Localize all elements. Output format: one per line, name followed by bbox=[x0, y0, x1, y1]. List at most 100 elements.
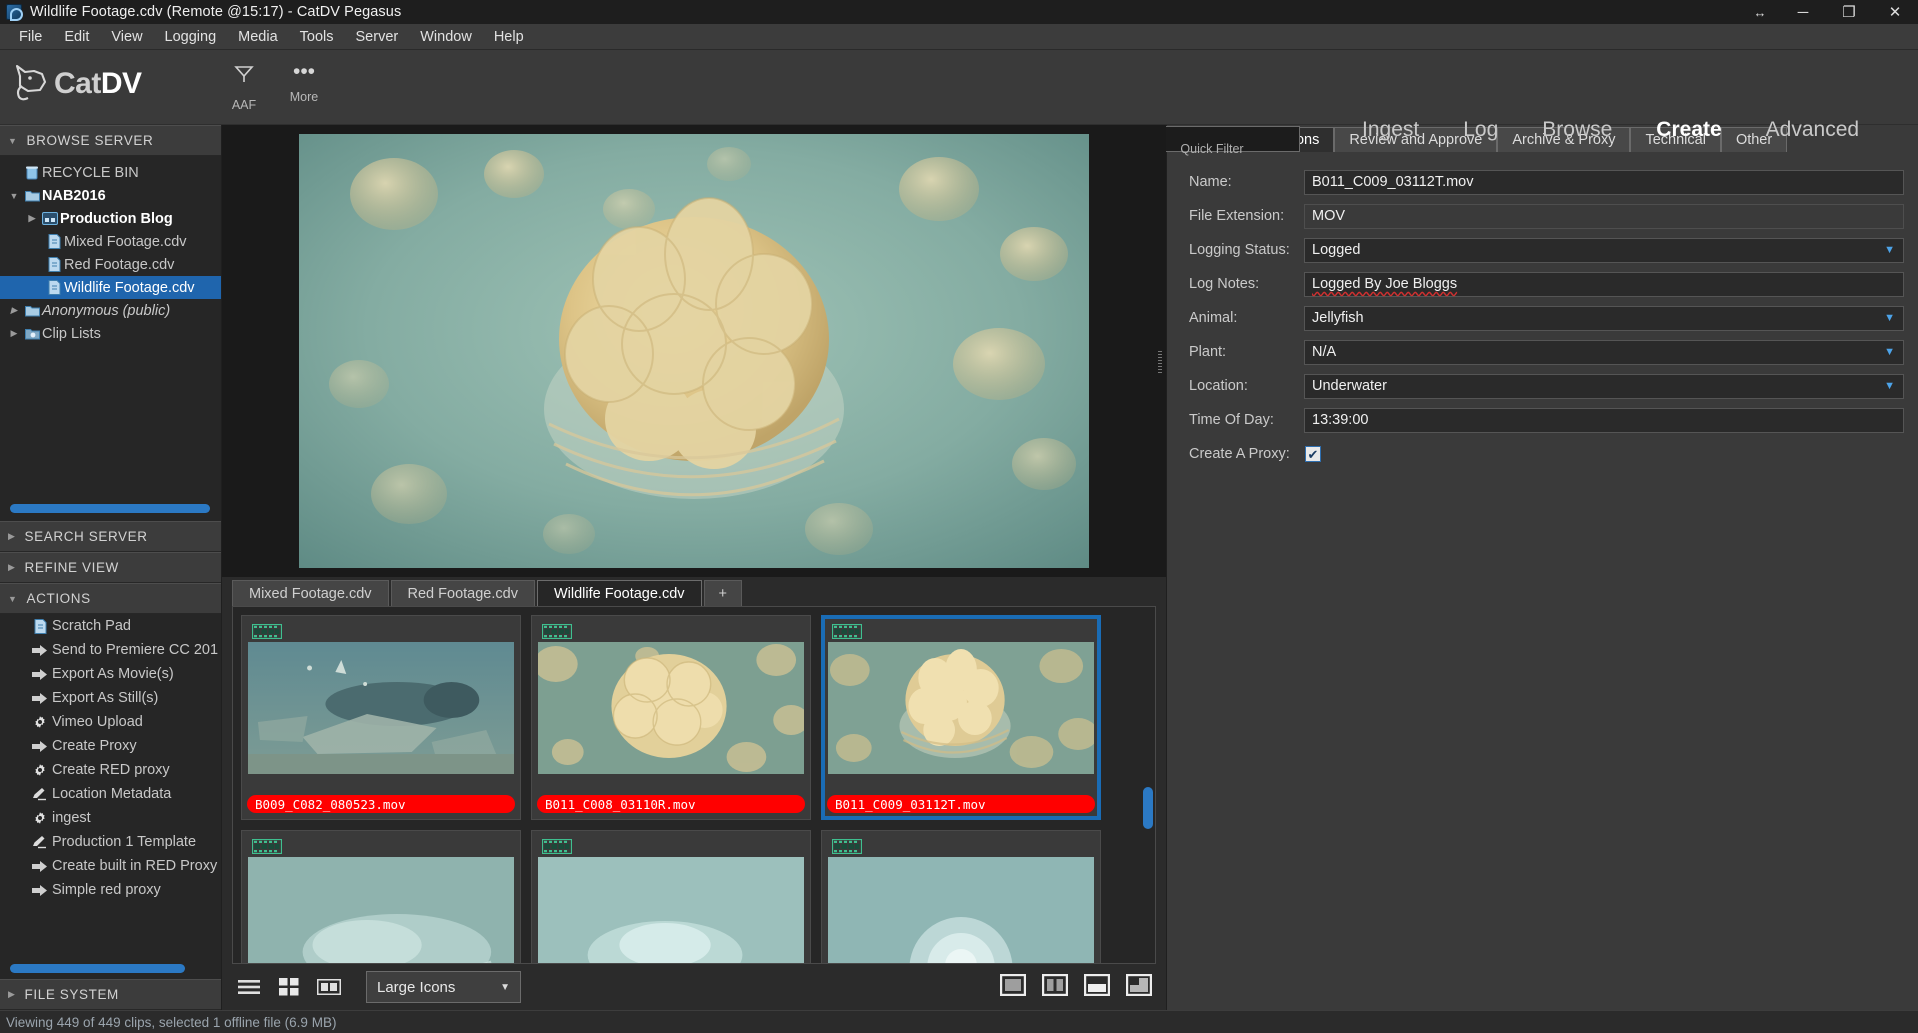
tree-item-label: RECYCLE BIN bbox=[42, 164, 139, 181]
action-item-ingest[interactable]: ingest bbox=[0, 806, 221, 830]
tree-item-production-blog[interactable]: ▶ Production Blog bbox=[0, 207, 221, 230]
menu-help[interactable]: Help bbox=[483, 26, 535, 48]
nav-tab-ingest[interactable]: Ingest bbox=[1340, 118, 1441, 142]
resize-icon[interactable]: ↔ bbox=[1740, 0, 1780, 24]
action-item-create-built-in-red-proxy[interactable]: Create built in RED Proxy bbox=[0, 854, 221, 878]
create-a-proxy-checkbox[interactable]: ✔ bbox=[1305, 446, 1321, 462]
chevron-down-icon[interactable]: ▼ bbox=[1884, 312, 1895, 324]
menu-media[interactable]: Media bbox=[227, 26, 289, 48]
action-item-scratch-pad[interactable]: Scratch Pad bbox=[0, 614, 221, 638]
clip-item-selected[interactable]: B011_C009_03112T.mov bbox=[821, 615, 1101, 820]
menu-window[interactable]: Window bbox=[409, 26, 483, 48]
minimize-button[interactable]: ─ bbox=[1780, 0, 1826, 24]
field-time-of-day-input[interactable]: 13:39:00 bbox=[1304, 407, 1904, 433]
preview-panel[interactable] bbox=[222, 125, 1166, 577]
gear-icon bbox=[28, 811, 52, 825]
section-refine-view-label: REFINE VIEW bbox=[24, 560, 119, 575]
chevron-right-icon[interactable]: ▶ bbox=[6, 328, 22, 339]
tree-item-red-footage[interactable]: Red Footage.cdv bbox=[0, 253, 221, 276]
menu-file[interactable]: File bbox=[8, 26, 53, 48]
section-search-server[interactable]: ▶ SEARCH SERVER bbox=[0, 521, 221, 552]
preview-image bbox=[299, 134, 1089, 568]
close-button[interactable]: ✕ bbox=[1872, 0, 1918, 24]
clip-tab-red-footage[interactable]: Red Footage.cdv bbox=[390, 580, 535, 606]
icon-size-select[interactable]: Large Icons ▼ bbox=[366, 971, 521, 1003]
chevron-down-icon[interactable]: ▼ bbox=[1884, 244, 1895, 256]
grid-view-icon[interactable] bbox=[272, 972, 306, 1002]
arrow-right-icon bbox=[28, 668, 52, 681]
chevron-right-icon[interactable]: ▶ bbox=[24, 213, 40, 224]
nav-tab-browse[interactable]: Browse bbox=[1520, 118, 1634, 142]
field-plant: Plant: N/A ▼ bbox=[1177, 335, 1904, 369]
nav-tab-advanced[interactable]: Advanced bbox=[1744, 118, 1881, 142]
field-location-dropdown[interactable]: Underwater ▼ bbox=[1304, 373, 1904, 399]
action-item-vimeo-upload[interactable]: Vimeo Upload bbox=[0, 710, 221, 734]
chevron-down-icon[interactable]: ▼ bbox=[1884, 380, 1895, 392]
clip-tab-wildlife-footage[interactable]: Wildlife Footage.cdv bbox=[536, 580, 702, 606]
action-item-location-metadata[interactable]: Location Metadata bbox=[0, 782, 221, 806]
action-item-production-1-template[interactable]: Production 1 Template bbox=[0, 830, 221, 854]
clip-item[interactable] bbox=[241, 830, 521, 963]
chevron-right-icon[interactable]: ▶ bbox=[6, 305, 22, 316]
tree-item-anonymous-public[interactable]: ▶ Anonymous (public) bbox=[0, 299, 221, 322]
clip-tab-mixed-footage[interactable]: Mixed Footage.cdv bbox=[232, 580, 389, 606]
cliplist-folder-icon bbox=[22, 327, 42, 340]
action-item-simple-red-proxy[interactable]: Simple red proxy bbox=[0, 878, 221, 902]
section-file-system[interactable]: ▶ FILE SYSTEM bbox=[0, 979, 221, 1010]
field-logging-status-dropdown[interactable]: Logged ▼ bbox=[1304, 237, 1904, 263]
action-item-create-red-proxy[interactable]: Create RED proxy bbox=[0, 758, 221, 782]
field-plant-dropdown[interactable]: N/A ▼ bbox=[1304, 339, 1904, 365]
list-view-icon[interactable] bbox=[232, 972, 266, 1002]
action-item-export-as-movies[interactable]: Export As Movie(s) bbox=[0, 662, 221, 686]
tree-item-mixed-footage[interactable]: Mixed Footage.cdv bbox=[0, 230, 221, 253]
clip-item[interactable] bbox=[531, 830, 811, 963]
layout-single-icon[interactable] bbox=[999, 973, 1027, 1000]
action-item-create-proxy[interactable]: Create Proxy bbox=[0, 734, 221, 758]
clip-item[interactable]: B011_C008_03110R.mov bbox=[531, 615, 811, 820]
section-refine-view[interactable]: ▶ REFINE VIEW bbox=[0, 552, 221, 583]
preview-resize-grip[interactable] bbox=[1158, 351, 1162, 373]
field-log-notes-input[interactable]: Logged By Joe Bloggs bbox=[1304, 271, 1904, 297]
field-animal-dropdown[interactable]: Jellyfish ▼ bbox=[1304, 305, 1904, 331]
field-plant-value: N/A bbox=[1312, 344, 1337, 360]
tree-item-clip-lists[interactable]: ▶ Clip Lists bbox=[0, 322, 221, 345]
menu-server[interactable]: Server bbox=[345, 26, 410, 48]
menu-tools[interactable]: Tools bbox=[289, 26, 345, 48]
tree-horizontal-scrollbar[interactable] bbox=[10, 504, 210, 513]
tree-item-wildlife-footage[interactable]: Wildlife Footage.cdv bbox=[0, 276, 221, 299]
chevron-down-icon[interactable]: ▼ bbox=[6, 191, 22, 201]
clip-filename-label: B009_C082_080523.mov bbox=[247, 795, 515, 813]
field-name-input[interactable]: B011_C009_03112T.mov bbox=[1304, 169, 1904, 195]
maximize-button[interactable]: ❐ bbox=[1826, 0, 1872, 24]
logo-text-bold: DV bbox=[100, 67, 142, 100]
nav-tab-log[interactable]: Log bbox=[1441, 118, 1520, 142]
tree-item-label: NAB2016 bbox=[42, 187, 106, 204]
clip-tab-add-button[interactable]: + bbox=[703, 580, 742, 606]
app-header: CatDV AAF ••• More Quick Filter Ingest L… bbox=[0, 50, 1918, 156]
chevron-right-icon: ▶ bbox=[8, 562, 16, 572]
actions-horizontal-scrollbar[interactable] bbox=[10, 964, 185, 973]
field-log-notes-value: Logged By Joe Bloggs bbox=[1312, 276, 1458, 292]
clip-item[interactable] bbox=[821, 830, 1101, 963]
filmstrip-icon bbox=[831, 838, 863, 855]
filmstrip-view-icon[interactable] bbox=[312, 972, 346, 1002]
section-browse-server[interactable]: ▼ BROWSE SERVER bbox=[0, 125, 221, 156]
more-tool-button[interactable]: ••• More bbox=[274, 50, 334, 104]
layout-split-horizontal-icon[interactable] bbox=[1083, 973, 1111, 1000]
aaf-tool-button[interactable]: AAF bbox=[214, 50, 274, 112]
layout-corner-icon[interactable] bbox=[1125, 973, 1153, 1000]
chevron-down-icon: ▼ bbox=[8, 135, 18, 146]
tree-item-recycle-bin[interactable]: RECYCLE BIN bbox=[0, 161, 221, 184]
clip-grid-vertical-scrollbar[interactable] bbox=[1143, 787, 1153, 829]
menu-edit[interactable]: Edit bbox=[53, 26, 100, 48]
menu-logging[interactable]: Logging bbox=[154, 26, 228, 48]
menu-view[interactable]: View bbox=[100, 26, 153, 48]
chevron-down-icon[interactable]: ▼ bbox=[1884, 346, 1895, 358]
action-item-export-as-stills[interactable]: Export As Still(s) bbox=[0, 686, 221, 710]
tree-item-nab2016[interactable]: ▼ NAB2016 bbox=[0, 184, 221, 207]
clip-item[interactable]: B009_C082_080523.mov bbox=[241, 615, 521, 820]
section-actions[interactable]: ▼ ACTIONS bbox=[0, 583, 221, 614]
layout-split-vertical-icon[interactable] bbox=[1041, 973, 1069, 1000]
nav-tab-create[interactable]: Create bbox=[1634, 118, 1743, 142]
action-item-send-to-premiere[interactable]: Send to Premiere CC 201 bbox=[0, 638, 221, 662]
